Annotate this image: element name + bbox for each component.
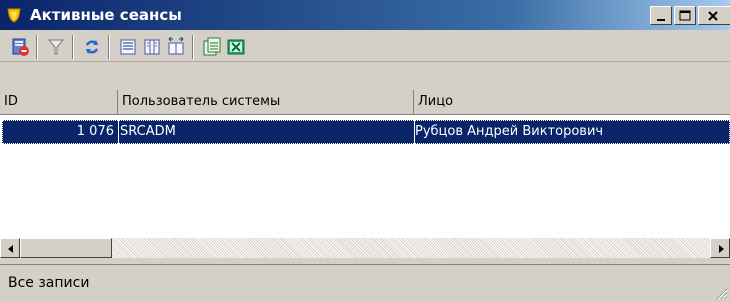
- columns-icon: [144, 39, 160, 55]
- grid-header: ID Пользователь системы Лицо: [0, 90, 730, 115]
- status-text: Все записи: [8, 275, 90, 291]
- arrow-right-icon: [719, 245, 724, 253]
- column-header-face[interactable]: Лицо: [414, 90, 730, 114]
- excel-icon: [227, 39, 245, 55]
- copy-icon: [203, 37, 221, 56]
- filter-button[interactable]: [46, 37, 66, 57]
- scroll-right-button[interactable]: [710, 238, 730, 258]
- filter-icon: [47, 39, 65, 55]
- row-divider: [118, 120, 119, 144]
- refresh-button[interactable]: [82, 37, 102, 57]
- cell-system-user: SRCADM: [120, 124, 176, 139]
- arrow-left-icon: [8, 245, 13, 253]
- maximize-button[interactable]: [674, 6, 696, 25]
- export-report-icon: [12, 38, 29, 56]
- toolbar-separator: [108, 35, 110, 59]
- table-row[interactable]: 1 076 SRCADM Рубцов Андрей Викторович: [2, 120, 730, 144]
- column-header-id[interactable]: ID: [0, 90, 118, 114]
- toolbar-separator: [72, 35, 74, 59]
- shield-logo-icon: [7, 8, 21, 23]
- scroll-left-button[interactable]: [0, 238, 20, 258]
- excel-button[interactable]: [226, 37, 246, 57]
- minimize-button[interactable]: [650, 6, 672, 25]
- fit-columns-button[interactable]: [166, 36, 186, 57]
- close-button[interactable]: [698, 6, 730, 25]
- status-bar: Все записи: [0, 264, 730, 302]
- toolbar-separator: [192, 35, 194, 59]
- column-header-system-user[interactable]: Пользователь системы: [118, 90, 414, 114]
- cell-id: 1 076: [76, 124, 114, 139]
- close-icon: [708, 11, 718, 21]
- list-view-button[interactable]: [118, 37, 138, 57]
- scroll-thumb[interactable]: [20, 238, 112, 258]
- copy-button[interactable]: [202, 37, 222, 57]
- toolbar-separator: [36, 35, 38, 59]
- size-grip-icon[interactable]: [714, 286, 728, 300]
- refresh-icon: [85, 40, 99, 54]
- maximize-icon: [679, 10, 691, 21]
- export-report-button[interactable]: [10, 37, 30, 57]
- title-bar[interactable]: Активные сеансы: [0, 0, 730, 30]
- active-sessions-window: Активные сеансы ID Пользователь системы …: [0, 0, 730, 302]
- fit-columns-icon: [168, 36, 184, 55]
- horizontal-scrollbar[interactable]: [0, 238, 730, 258]
- minimize-icon: [657, 19, 665, 21]
- columns-button[interactable]: [142, 37, 162, 57]
- list-view-icon: [120, 39, 136, 55]
- window-title: Активные сеансы: [30, 6, 182, 24]
- scroll-track[interactable]: [20, 238, 710, 258]
- toolbar: [0, 31, 730, 62]
- cell-face: Рубцов Андрей Викторович: [415, 124, 604, 139]
